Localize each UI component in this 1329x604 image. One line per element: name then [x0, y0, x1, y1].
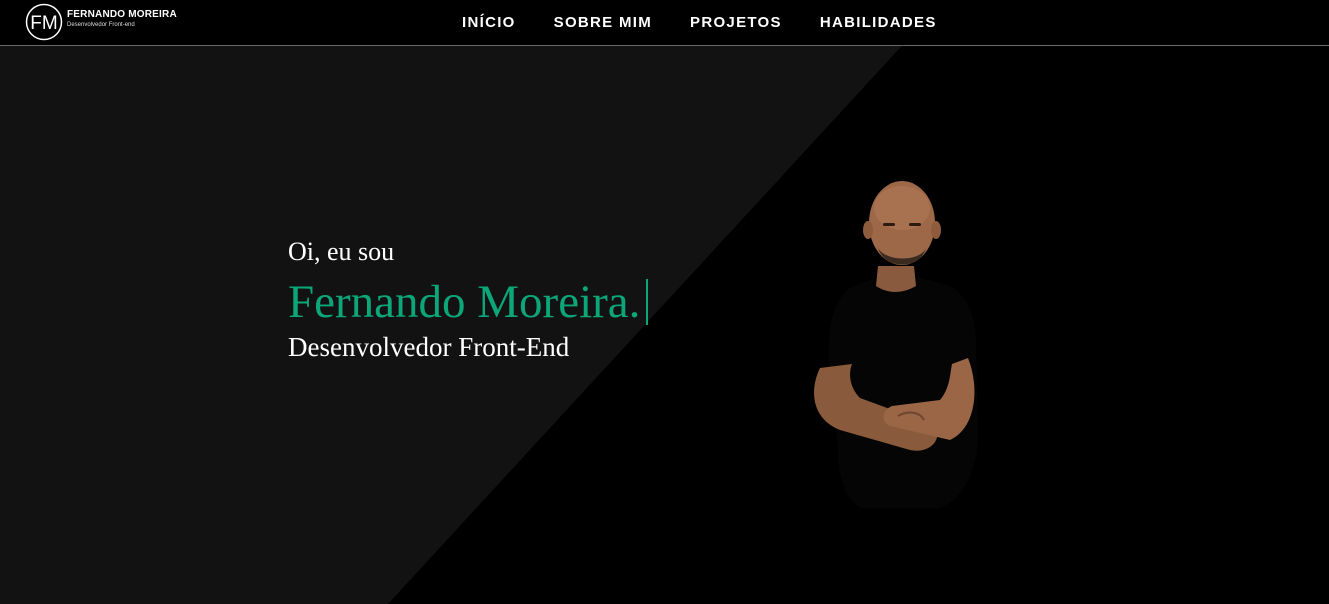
typing-cursor: [646, 279, 649, 325]
brand-tagline: Desenvolvedor Front-end: [67, 22, 135, 28]
hero-name-line: Fernando Moreira.: [288, 276, 649, 328]
logo-monogram-icon: FM: [25, 3, 63, 41]
hero-name: Fernando Moreira.: [288, 276, 641, 328]
hero-diagonal-background: [0, 0, 944, 604]
profile-photo: [814, 181, 978, 508]
logo[interactable]: FM FERNANDO MOREIRA Desenvolvedor Front-…: [25, 3, 177, 41]
hero-role: Desenvolvedor Front-End: [288, 332, 570, 362]
svg-text:FM: FM: [30, 13, 57, 34]
nav-item-habilidades[interactable]: HABILIDADES: [820, 14, 937, 31]
page: FM FERNANDO MOREIRA Desenvolvedor Front-…: [0, 0, 1329, 604]
navbar: FM FERNANDO MOREIRA Desenvolvedor Front-…: [0, 0, 1329, 46]
nav-item-projetos[interactable]: PROJETOS: [690, 14, 782, 31]
hero-greeting: Oi, eu sou: [288, 237, 395, 266]
hero-intro: Oi, eu sou Fernando Moreira. Desenvolved…: [288, 236, 649, 364]
nav-item-inicio[interactable]: INÍCIO: [462, 14, 516, 31]
brand-name: FERNANDO MOREIRA: [67, 9, 177, 20]
main-nav: INÍCIO SOBRE MIM PROJETOS HABILIDADES: [462, 0, 937, 45]
nav-item-sobre-mim[interactable]: SOBRE MIM: [554, 14, 652, 31]
logo-text: FERNANDO MOREIRA Desenvolvedor Front-end: [67, 9, 177, 29]
